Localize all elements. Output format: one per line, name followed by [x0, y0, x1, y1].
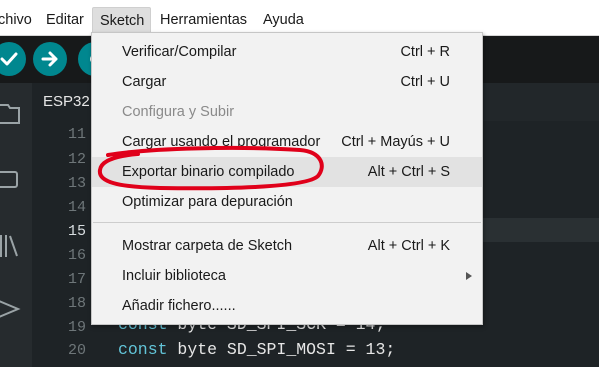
menu-item-shortcut: Alt + Ctrl + K: [367, 238, 450, 254]
folder-icon[interactable]: [0, 99, 24, 125]
menu-item-label: Exportar binario compilado: [122, 164, 295, 180]
menu-item-label: Cargar: [122, 74, 167, 90]
line-number: 18: [67, 295, 86, 312]
arrow-right-icon: [41, 51, 58, 67]
code-text: byte SD_SPI_MOSI = 13;: [167, 340, 396, 359]
line-number: 16: [67, 247, 86, 264]
code-keyword: const: [118, 340, 168, 359]
code-line[interactable]: const byte SD_SPI_MOSI = 13;: [118, 340, 395, 359]
menu-item-shortcut: Ctrl + R: [400, 44, 450, 60]
library-icon[interactable]: [0, 231, 24, 261]
menu-herramientas[interactable]: Herramientas: [160, 10, 247, 30]
check-icon: [0, 52, 18, 66]
line-number: 14: [67, 199, 86, 216]
menu-item-label: Añadir fichero......: [122, 298, 236, 314]
menu-item-configura-y-subir: Configura y Subir: [92, 97, 482, 127]
line-number: 13: [67, 175, 86, 192]
upload-button[interactable]: [33, 42, 67, 76]
line-number: 17: [67, 271, 86, 288]
menu-item-label: Configura y Subir: [122, 104, 235, 120]
line-number: 15: [67, 223, 86, 240]
menu-item-verificar-compilar[interactable]: Verificar/Compilar Ctrl + R: [92, 37, 482, 67]
menu-item-exportar-binario[interactable]: Exportar binario compilado Alt + Ctrl + …: [92, 157, 482, 187]
board-icon[interactable]: [0, 167, 24, 193]
menu-item-label: Cargar usando el programador: [122, 134, 321, 150]
menu-item-label: Verificar/Compilar: [122, 44, 237, 60]
menu-item-shortcut: Ctrl + U: [400, 74, 450, 90]
sketch-dropdown-menu: Verificar/Compilar Ctrl + R Cargar Ctrl …: [91, 32, 483, 325]
menu-bar: chivo Editar Sketch Herramientas Ayuda: [0, 0, 599, 36]
menu-sketch[interactable]: Sketch: [92, 7, 152, 35]
menu-item-label: Incluir biblioteca: [122, 268, 226, 284]
menu-item-label: Mostrar carpeta de Sketch: [122, 238, 293, 254]
line-number: 11: [67, 126, 86, 143]
side-rail: [0, 83, 32, 367]
menu-item-label: Optimizar para depuración: [122, 194, 293, 210]
line-number: 20: [67, 342, 86, 359]
debug-play-icon[interactable]: [0, 295, 24, 323]
menu-item-shortcut: Ctrl + Mayús + U: [341, 134, 450, 150]
menu-item-cargar-programador[interactable]: Cargar usando el programador Ctrl + Mayú…: [92, 127, 482, 157]
menu-item-cargar[interactable]: Cargar Ctrl + U: [92, 67, 482, 97]
submenu-arrow-icon: [466, 272, 472, 280]
menu-item-mostrar-carpeta[interactable]: Mostrar carpeta de Sketch Alt + Ctrl + K: [92, 231, 482, 261]
menu-item-incluir-biblioteca[interactable]: Incluir biblioteca: [92, 261, 482, 291]
line-number: 12: [67, 151, 86, 168]
menu-item-anadir-fichero[interactable]: Añadir fichero......: [92, 291, 482, 321]
menu-editar[interactable]: Editar: [46, 10, 84, 30]
menu-separator: [93, 222, 481, 223]
menu-item-shortcut: Alt + Ctrl + S: [367, 164, 450, 180]
line-number: 19: [67, 319, 86, 336]
menu-item-optimizar-depuracion[interactable]: Optimizar para depuración: [92, 187, 482, 217]
menu-ayuda[interactable]: Ayuda: [263, 10, 304, 30]
menu-archivo[interactable]: chivo: [0, 10, 32, 30]
